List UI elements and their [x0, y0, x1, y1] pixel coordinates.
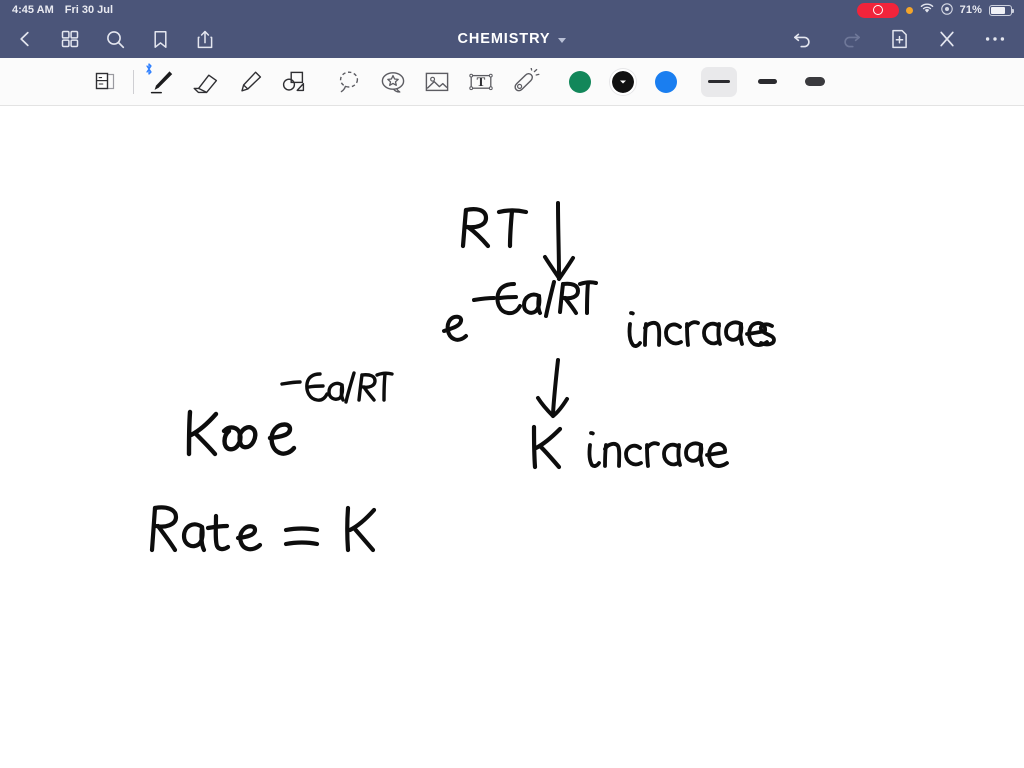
- lasso-icon[interactable]: [327, 60, 371, 104]
- more-options-icon[interactable]: [982, 26, 1008, 52]
- status-bar: 4:45 AM Fri 30 Jul 71%: [0, 0, 1024, 20]
- note-increases: [622, 302, 782, 358]
- chevron-down-icon[interactable]: [558, 38, 567, 43]
- note-exp-ea-rt: [436, 276, 598, 348]
- status-time: 4:45 AM: [12, 4, 54, 16]
- tool-group-primary: T: [84, 60, 547, 104]
- status-date: Fri 30 Jul: [64, 4, 114, 16]
- eraser-icon[interactable]: [183, 60, 227, 104]
- new-page-icon[interactable]: [886, 26, 912, 52]
- nav-bar: CHEMISTRY: [0, 20, 1024, 58]
- bluetooth-icon: [145, 62, 153, 78]
- note-k-prop-e: [182, 406, 302, 462]
- note-rate-equals-k: [146, 502, 382, 558]
- battery-icon: [989, 4, 1014, 16]
- redo-icon[interactable]: [838, 26, 864, 52]
- note-canvas[interactable]: [0, 106, 1024, 768]
- status-bar-left: 4:45 AM Fri 30 Jul: [8, 4, 113, 16]
- svg-text:T: T: [477, 74, 486, 89]
- share-icon[interactable]: [192, 26, 218, 52]
- tool-bar: T: [0, 58, 1024, 106]
- toolbar-divider: [133, 69, 134, 94]
- sticker-icon[interactable]: [371, 60, 415, 104]
- note-superscript-ea-rt: [280, 368, 394, 410]
- note-arrow-1: [540, 201, 586, 287]
- image-icon[interactable]: [415, 60, 459, 104]
- text-box-icon[interactable]: T: [459, 60, 503, 104]
- nav-bar-left: [0, 26, 218, 52]
- nav-bar-right: [790, 20, 1008, 58]
- back-chevron-icon[interactable]: [12, 26, 38, 52]
- laser-pointer-icon[interactable]: [503, 60, 547, 104]
- stroke-medium[interactable]: [749, 67, 785, 97]
- page-layers-icon[interactable]: [84, 60, 128, 104]
- bookmark-icon[interactable]: [147, 26, 173, 52]
- control-center-icon: [940, 2, 953, 18]
- stroke-thick[interactable]: [797, 67, 833, 97]
- screen-recording-indicator[interactable]: [856, 2, 899, 18]
- note-arrow-2: [528, 358, 576, 424]
- note-k-increase: [528, 421, 729, 475]
- close-icon[interactable]: [934, 26, 960, 52]
- stroke-width-group: [701, 66, 833, 97]
- stroke-thin[interactable]: [701, 66, 737, 97]
- search-icon[interactable]: [102, 26, 128, 52]
- wifi-icon: [920, 3, 934, 17]
- pen-icon[interactable]: [139, 60, 183, 104]
- page-title: CHEMISTRY: [457, 31, 551, 47]
- color-black[interactable]: [610, 68, 636, 95]
- chevron-down-icon: [620, 80, 626, 83]
- shapes-icon[interactable]: [271, 60, 315, 104]
- grid-view-icon[interactable]: [57, 26, 83, 52]
- color-green[interactable]: [569, 70, 591, 93]
- orange-privacy-dot: [905, 6, 913, 14]
- highlighter-icon[interactable]: [227, 60, 271, 104]
- battery-percent: 71%: [959, 4, 982, 16]
- color-swatch-group: [569, 68, 677, 95]
- status-bar-right: 71%: [856, 2, 1016, 18]
- color-blue[interactable]: [655, 70, 677, 93]
- undo-icon[interactable]: [790, 26, 816, 52]
- note-rt: [455, 204, 535, 252]
